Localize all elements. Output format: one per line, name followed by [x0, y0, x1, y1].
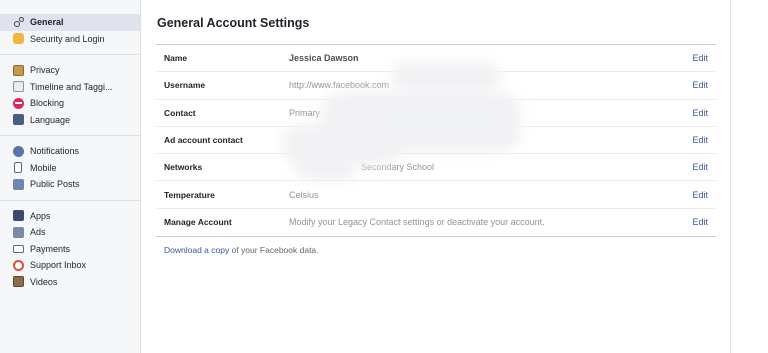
download-data-suffix: of your Facebook data. [229, 245, 319, 255]
sidebar-item-ads[interactable]: Ads [0, 224, 140, 241]
sidebar-item-label: Blocking [30, 98, 65, 109]
gear-icon [13, 16, 24, 28]
block-icon [13, 97, 24, 109]
apps-icon [13, 210, 24, 222]
sidebar-item-apps[interactable]: Apps [0, 208, 140, 225]
sidebar-item-timeline[interactable]: Timeline and Taggi... [0, 79, 140, 96]
sidebar-group-account: General Security and Login [0, 14, 140, 47]
edit-link[interactable]: Edit [686, 53, 716, 63]
settings-row-manage-account[interactable]: Manage Account Modify your Legacy Contac… [156, 209, 716, 236]
download-data-text: Download a copy of your Facebook data. [164, 245, 319, 255]
settings-sidebar: General Security and Login Privacy Timel… [0, 0, 141, 353]
sidebar-item-public-posts[interactable]: Public Posts [0, 176, 140, 193]
redaction-blur [296, 155, 356, 181]
row-label: Name [164, 53, 188, 64]
sidebar-item-blocking[interactable]: Blocking [0, 95, 140, 112]
edit-link[interactable]: Edit [686, 108, 716, 118]
sidebar-item-label: Ads [30, 227, 46, 238]
sidebar-item-label: General [30, 17, 64, 28]
row-value: Modify your Legacy Contact settings or d… [289, 217, 545, 228]
row-label: Ad account contact [164, 135, 243, 146]
sidebar-item-label: Timeline and Taggi... [30, 81, 113, 92]
edit-link[interactable]: Edit [686, 135, 716, 145]
sidebar-item-mobile[interactable]: Mobile [0, 160, 140, 177]
sidebar-item-security[interactable]: Security and Login [0, 31, 140, 48]
page-title: General Account Settings [157, 16, 310, 30]
sidebar-item-label: Videos [30, 276, 58, 287]
lifebuoy-icon [13, 259, 24, 271]
film-icon [13, 276, 24, 288]
sidebar-item-label: Language [30, 114, 71, 125]
row-label: Username [164, 80, 206, 91]
sidebar-divider [0, 199, 140, 201]
sidebar-item-label: Security and Login [30, 33, 105, 44]
row-label: Temperature [164, 189, 215, 200]
sidebar-item-notifications[interactable]: Notifications [0, 143, 140, 160]
settings-main: General Account Settings Name Jessica Da… [141, 0, 730, 353]
sidebar-group-privacy: Privacy Timeline and Taggi... Blocking L… [0, 62, 140, 128]
sidebar-group-notifications: Notifications Mobile Public Posts [0, 143, 140, 193]
edit-link[interactable]: Edit [686, 190, 716, 200]
sidebar-item-videos[interactable]: Videos [0, 274, 140, 291]
row-label: Contact [164, 107, 196, 118]
edit-link[interactable]: Edit [686, 80, 716, 90]
sidebar-item-label: Mobile [30, 162, 57, 173]
sidebar-divider [0, 135, 140, 136]
card-icon [13, 244, 24, 253]
download-copy-link[interactable]: Download a copy [164, 245, 229, 255]
right-divider [730, 0, 731, 353]
language-icon [13, 114, 24, 126]
sidebar-item-label: Support Inbox [30, 260, 87, 271]
sidebar-item-label: Privacy [30, 65, 60, 76]
sidebar-item-label: Apps [30, 210, 51, 221]
sidebar-item-label: Payments [30, 243, 71, 254]
sidebar-item-label: Notifications [30, 146, 80, 157]
settings-row-networks[interactable]: Networks Secondary School Edit [156, 154, 716, 182]
sidebar-item-support-inbox[interactable]: Support Inbox [0, 257, 140, 274]
edit-link[interactable]: Edit [686, 217, 716, 227]
ads-icon [13, 226, 24, 238]
sidebar-item-general[interactable]: General [0, 14, 140, 31]
rss-icon [13, 178, 24, 190]
sidebar-group-apps: Apps Ads Payments Support Inbox Videos [0, 208, 140, 291]
row-value: Celsius [289, 189, 319, 200]
edit-link[interactable]: Edit [686, 162, 716, 172]
shield-icon [13, 33, 24, 45]
sidebar-item-payments[interactable]: Payments [0, 241, 140, 258]
phone-icon [14, 162, 22, 174]
row-label: Networks [164, 162, 203, 173]
timeline-icon [13, 81, 24, 93]
lock-icon [13, 64, 24, 76]
settings-row-temperature[interactable]: Temperature Celsius Edit [156, 181, 716, 209]
sidebar-item-language[interactable]: Language [0, 112, 140, 129]
sidebar-divider [0, 54, 140, 55]
redaction-blur [391, 62, 501, 92]
globe-icon [13, 145, 24, 157]
sidebar-item-privacy[interactable]: Privacy [0, 62, 140, 79]
sidebar-item-label: Public Posts [30, 179, 80, 190]
row-label: Manage Account [164, 217, 232, 228]
